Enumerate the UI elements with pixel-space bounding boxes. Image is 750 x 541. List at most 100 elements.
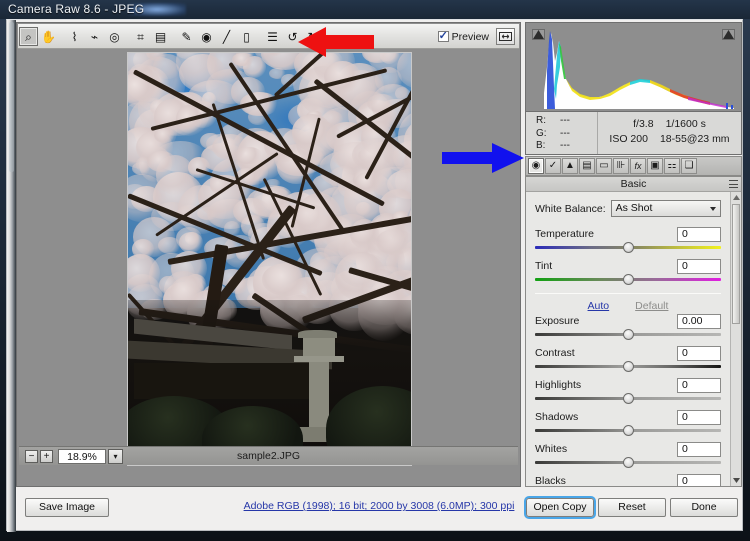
slider-header: Shadows 0 [535,409,721,425]
auto-link[interactable]: Auto [588,300,610,312]
panel-scroll-up-button[interactable] [731,192,741,203]
slider-value-exposure[interactable]: 0.00 [677,313,721,329]
straighten-tool[interactable]: ▤ [151,27,170,46]
white-balance-select[interactable]: As Shot [610,200,721,217]
slider-knob-shadows[interactable] [622,425,634,436]
slider-value-contrast[interactable]: 0 [677,345,721,361]
red-eye-removal-tool[interactable]: ◉ [197,27,216,46]
open-preferences-icon: ☰ [267,29,278,44]
photo-cherry-blossom-temple [128,53,411,465]
slider-label-exposure: Exposure [535,315,580,327]
open-preferences-tool[interactable]: ☰ [263,27,282,46]
panel-scroll-down-button[interactable] [731,475,741,486]
white-balance-value: As Shot [615,202,653,214]
slider-track-wrap-whites[interactable] [535,457,721,468]
lens-corrections-icon: ⊪ [616,160,626,171]
rgb-readout: R: --- G: --- B: --- [526,112,598,154]
tab-camera-calibration[interactable]: ▣ [647,158,663,174]
slider-track-wrap-exposure[interactable] [535,329,721,340]
slider-value-highlights[interactable]: 0 [677,377,721,393]
slider-track-wrap-shadows[interactable] [535,425,721,436]
split-toning-icon: ▭ [599,160,609,171]
tab-presets[interactable]: ⚏ [664,158,680,174]
panel-title-label: Basic [620,178,647,190]
slider-knob-contrast[interactable] [622,361,634,372]
color-sampler-tool[interactable]: ⌁ [85,27,104,46]
toolbar-separator [256,27,262,46]
targeted-adjustment-icon: ◎ [109,29,120,44]
panel-scrollbar-thumb[interactable] [732,204,740,324]
slider-label-temperature: Temperature [535,228,594,240]
slider-tint: Tint 0 [535,258,721,285]
slider-value-shadows[interactable]: 0 [677,409,721,425]
photo-blossom-cluster [376,228,411,255]
dialog-client-area: ⌕ ✋ ⌇ ⌁ ◎ ⌗ ▤ ✎ ◉ ╱ ▯ ☰ ↺ ↻ Preview [6,19,743,532]
slider-header: Exposure 0.00 [535,313,721,329]
histogram-panel [525,22,742,112]
adjustment-brush-tool[interactable]: ╱ [217,27,236,46]
photo-temple-area [128,300,411,465]
default-link[interactable]: Default [635,300,668,312]
targeted-adjustment-tool[interactable]: ◎ [105,27,124,46]
slider-track-wrap-highlights[interactable] [535,393,721,404]
tab-hsl-grayscale[interactable]: ▤ [579,158,595,174]
rgb-readout-row: R: --- [536,115,597,128]
spot-removal-tool[interactable]: ✎ [177,27,196,46]
rgb-channel-value: --- [560,140,570,151]
slider-knob-temperature[interactable] [622,242,634,253]
crop-tool[interactable]: ⌗ [131,27,150,46]
white-balance-tool[interactable]: ⌇ [65,27,84,46]
reset-button[interactable]: Reset [598,498,666,517]
slider-value-temperature[interactable]: 0 [677,226,721,242]
filmstrip-scrollbar-thumb[interactable] [9,22,14,172]
slider-shadows: Shadows 0 [535,409,721,436]
histogram-plot [530,27,737,109]
panel-menu-icon[interactable] [729,180,738,188]
slider-knob-exposure[interactable] [622,329,634,340]
tab-effects[interactable]: fx [630,158,646,174]
hand-tool[interactable]: ✋ [39,27,58,46]
rgb-channel-value: --- [560,127,570,139]
preview-checkbox[interactable]: Preview [437,29,489,43]
image-canvas[interactable]: − + 18.9% ▾ sample2.JPG [18,50,519,466]
rgb-channel-label: B: [536,140,546,151]
slider-knob-highlights[interactable] [622,393,634,404]
slider-header: Whites 0 [535,441,721,457]
slider-knob-tint[interactable] [622,274,634,285]
filmstrip-scrollbar[interactable] [7,20,16,532]
tab-snapshots[interactable]: ❏ [681,158,697,174]
hsl-grayscale-icon: ▤ [582,160,592,171]
slider-header: Tint 0 [535,258,721,274]
rgb-readout-row: B: --- [536,140,597,153]
fullscreen-icon [499,32,512,41]
rotate-counterclockwise-tool[interactable]: ↺ [283,27,302,46]
slider-value-whites[interactable]: 0 [677,441,721,457]
slider-label-shadows: Shadows [535,411,579,423]
right-panel: R: --- G: --- B: --- f/3.8 1/1600 s ISO 200 18-… [525,22,742,487]
exif-value: 1/1600 s [665,118,706,130]
graduated-filter-tool[interactable]: ▯ [237,27,256,46]
tab-lens-corrections[interactable]: ⊪ [613,158,629,174]
photo-stone-lantern-box [303,338,335,357]
zoom-tool[interactable]: ⌕ [19,27,38,46]
rotate-clockwise-tool[interactable]: ↻ [303,27,322,46]
slider-knob-whites[interactable] [622,457,634,468]
tab-basic[interactable]: ◉ [528,158,544,174]
toggle-fullscreen-button[interactable] [496,28,515,45]
slider-track-wrap-tint[interactable] [535,274,721,285]
detail-icon: ▲ [565,160,575,171]
tab-split-toning[interactable]: ▭ [596,158,612,174]
tab-tone-curve[interactable]: ✓ [545,158,561,174]
slider-value-blacks[interactable]: 0 [677,473,721,486]
slider-value-tint[interactable]: 0 [677,258,721,274]
checkbox-box[interactable] [437,29,449,42]
slider-header: Blacks 0 [535,473,721,486]
done-button[interactable]: Done [670,498,738,517]
panel-scrollbar[interactable] [730,192,741,486]
slider-track-wrap-contrast[interactable] [535,361,721,372]
exif-readout: f/3.8 1/1600 s ISO 200 18-55@23 mm [598,112,741,154]
photo-frame[interactable] [127,52,412,466]
tab-detail[interactable]: ▲ [562,158,578,174]
slider-track-wrap-temperature[interactable] [535,242,721,253]
open-copy-button[interactable]: Open Copy [526,498,594,517]
